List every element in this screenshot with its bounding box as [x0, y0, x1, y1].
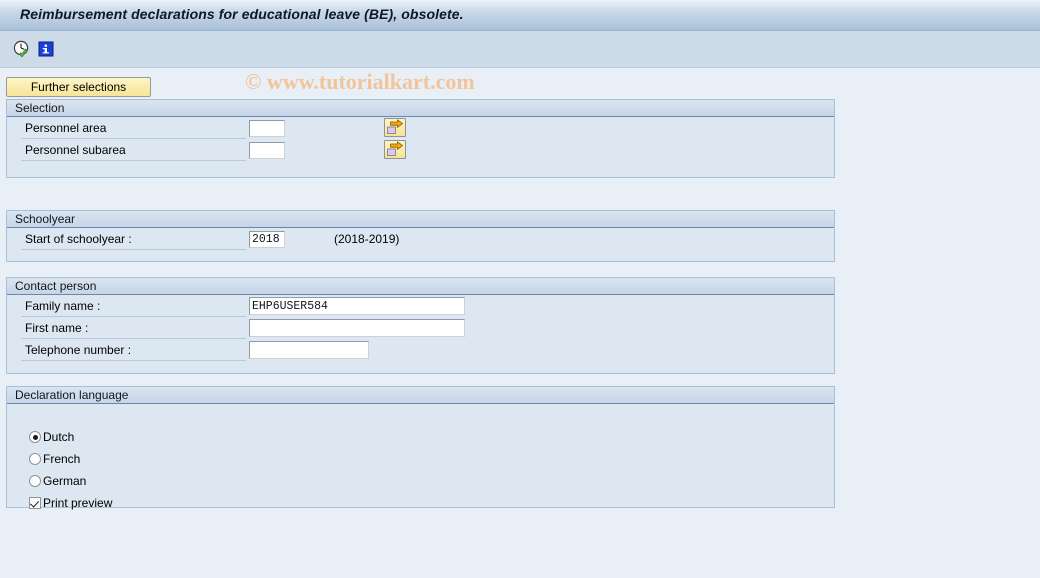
radio-option-german[interactable]: German: [29, 473, 86, 489]
application-toolbar: © www.tutorialkart.com: [0, 31, 1040, 94]
declaration-language-panel-header: Declaration language: [7, 387, 834, 404]
window-title-bar: Reimbursement declarations for education…: [0, 0, 1040, 31]
contact-person-panel: Contact person Family name : First name …: [6, 277, 835, 374]
radio-french-icon[interactable]: [29, 453, 41, 465]
execute-clock-icon[interactable]: [12, 39, 32, 59]
site-watermark: © www.tutorialkart.com: [245, 69, 475, 94]
telephone-number-input[interactable]: [249, 341, 369, 359]
radio-option-french-label: French: [43, 452, 81, 466]
schoolyear-range-text: (2018-2019): [334, 232, 400, 246]
start-of-schoolyear-input[interactable]: [249, 231, 285, 248]
declaration-language-panel-body: Dutch French German Print preview: [7, 404, 834, 510]
telephone-number-label: Telephone number :: [25, 343, 132, 357]
declaration-language-panel: Declaration language Dutch French German…: [6, 386, 835, 510]
contact-person-panel-body: Family name : First name : Telephone num…: [7, 295, 834, 373]
family-name-input[interactable]: [249, 297, 465, 315]
checkbox-print-preview-label: Print preview: [43, 496, 113, 510]
start-of-schoolyear-label: Start of schoolyear :: [25, 232, 132, 246]
schoolyear-panel-header: Schoolyear: [7, 211, 834, 228]
radio-option-dutch-label: Dutch: [43, 430, 75, 444]
radio-german-icon[interactable]: [29, 475, 41, 487]
selection-panel-header: Selection: [7, 100, 834, 117]
personnel-subarea-label: Personnel subarea: [25, 143, 126, 157]
further-selections-button[interactable]: Further selections: [6, 77, 151, 97]
radio-option-german-label: German: [43, 474, 87, 488]
family-name-label: Family name :: [25, 299, 101, 313]
page-title: Reimbursement declarations for education…: [20, 6, 464, 22]
first-name-label: First name :: [25, 321, 89, 335]
selection-panel: Selection Personnel area Personnel subar…: [6, 99, 835, 178]
first-name-input[interactable]: [249, 319, 465, 337]
radio-option-french[interactable]: French: [29, 451, 80, 467]
checkbox-print-preview[interactable]: Print preview: [29, 495, 112, 511]
selection-panel-body: Personnel area Personnel subarea: [7, 117, 834, 177]
personnel-area-multiple-selection-arrow-icon[interactable]: [384, 118, 406, 137]
personnel-area-input[interactable]: [249, 120, 285, 137]
information-icon[interactable]: [36, 39, 56, 59]
personnel-area-label: Personnel area: [25, 121, 107, 135]
radio-dutch-icon[interactable]: [29, 431, 41, 443]
personnel-subarea-input[interactable]: [249, 142, 285, 159]
radio-option-dutch[interactable]: Dutch: [29, 429, 74, 445]
checkbox-print-preview-icon[interactable]: [29, 497, 41, 509]
schoolyear-panel: Schoolyear Start of schoolyear : (2018-2…: [6, 210, 835, 262]
schoolyear-panel-body: Start of schoolyear : (2018-2019): [7, 228, 834, 261]
contact-person-panel-header: Contact person: [7, 278, 834, 295]
personnel-subarea-multiple-selection-arrow-icon[interactable]: [384, 140, 406, 159]
